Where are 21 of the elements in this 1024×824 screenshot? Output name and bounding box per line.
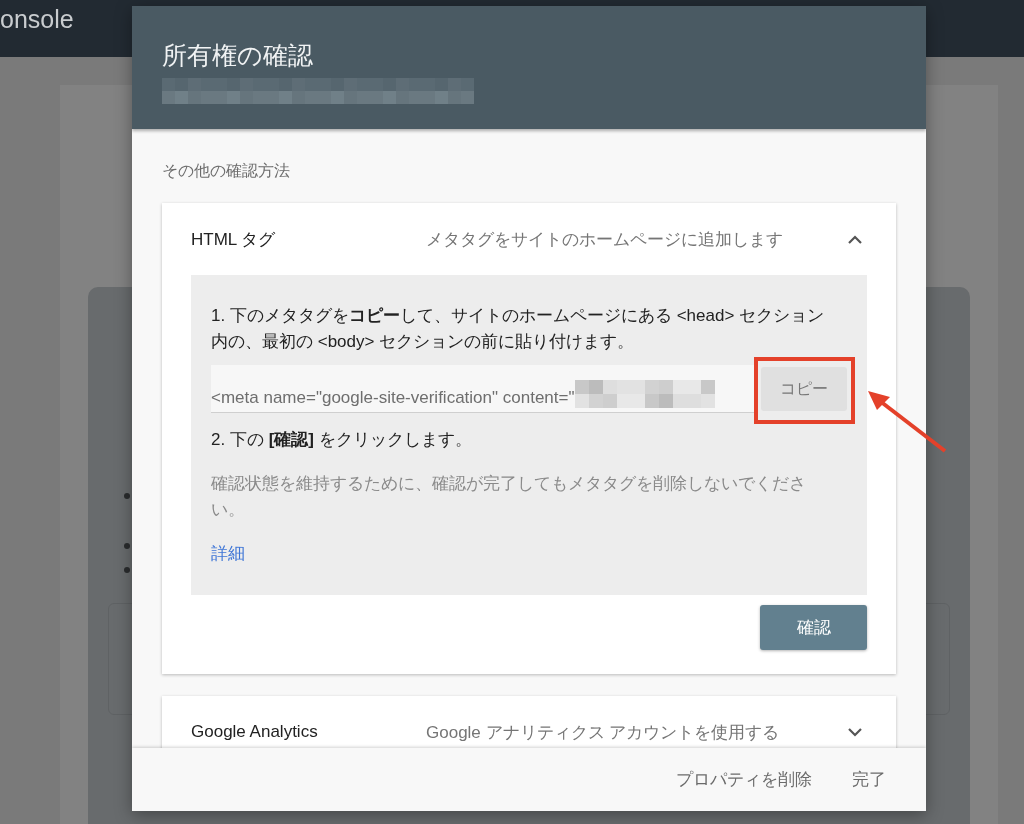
details-link[interactable]: 詳細 bbox=[211, 543, 245, 565]
bullet-icon bbox=[124, 543, 130, 549]
dialog-title: 所有権の確認 bbox=[162, 40, 314, 70]
footer-button[interactable]: 完了 bbox=[852, 768, 886, 791]
chevron-down-icon[interactable] bbox=[848, 727, 862, 737]
step-text: 1. 下のメタタグをコピーして、サイトのホームページにある <head> セクション内の、最初の <body> セクションの前に貼り付けます。 bbox=[211, 305, 826, 353]
step-text: 2. 下の [確認] をクリックします。 bbox=[211, 429, 473, 451]
footer-button[interactable]: プロパティを削除 bbox=[676, 768, 812, 791]
note-text: 確認状態を維持するために、確認が完了してもメタタグを削除しないでください。 bbox=[211, 473, 807, 521]
confirm-button[interactable]: 確認 bbox=[760, 605, 867, 650]
app-title: onsole bbox=[0, 4, 74, 35]
chevron-up-icon[interactable] bbox=[848, 234, 862, 244]
method-description: メタタグをサイトのホームページに追加します bbox=[426, 228, 784, 251]
bullet-icon bbox=[124, 493, 130, 499]
section-label: その他の確認方法 bbox=[162, 161, 291, 181]
meta-tag-field[interactable]: <meta name="google-site-verification" content=" bbox=[211, 365, 757, 413]
copy-button[interactable]: コピー bbox=[761, 367, 847, 411]
method-description: Google アナリティクス アカウントを使用する bbox=[426, 721, 781, 744]
bullet-icon bbox=[124, 567, 130, 573]
method-title: HTML タグ bbox=[191, 228, 277, 251]
method-title: Google Analytics bbox=[191, 722, 319, 742]
